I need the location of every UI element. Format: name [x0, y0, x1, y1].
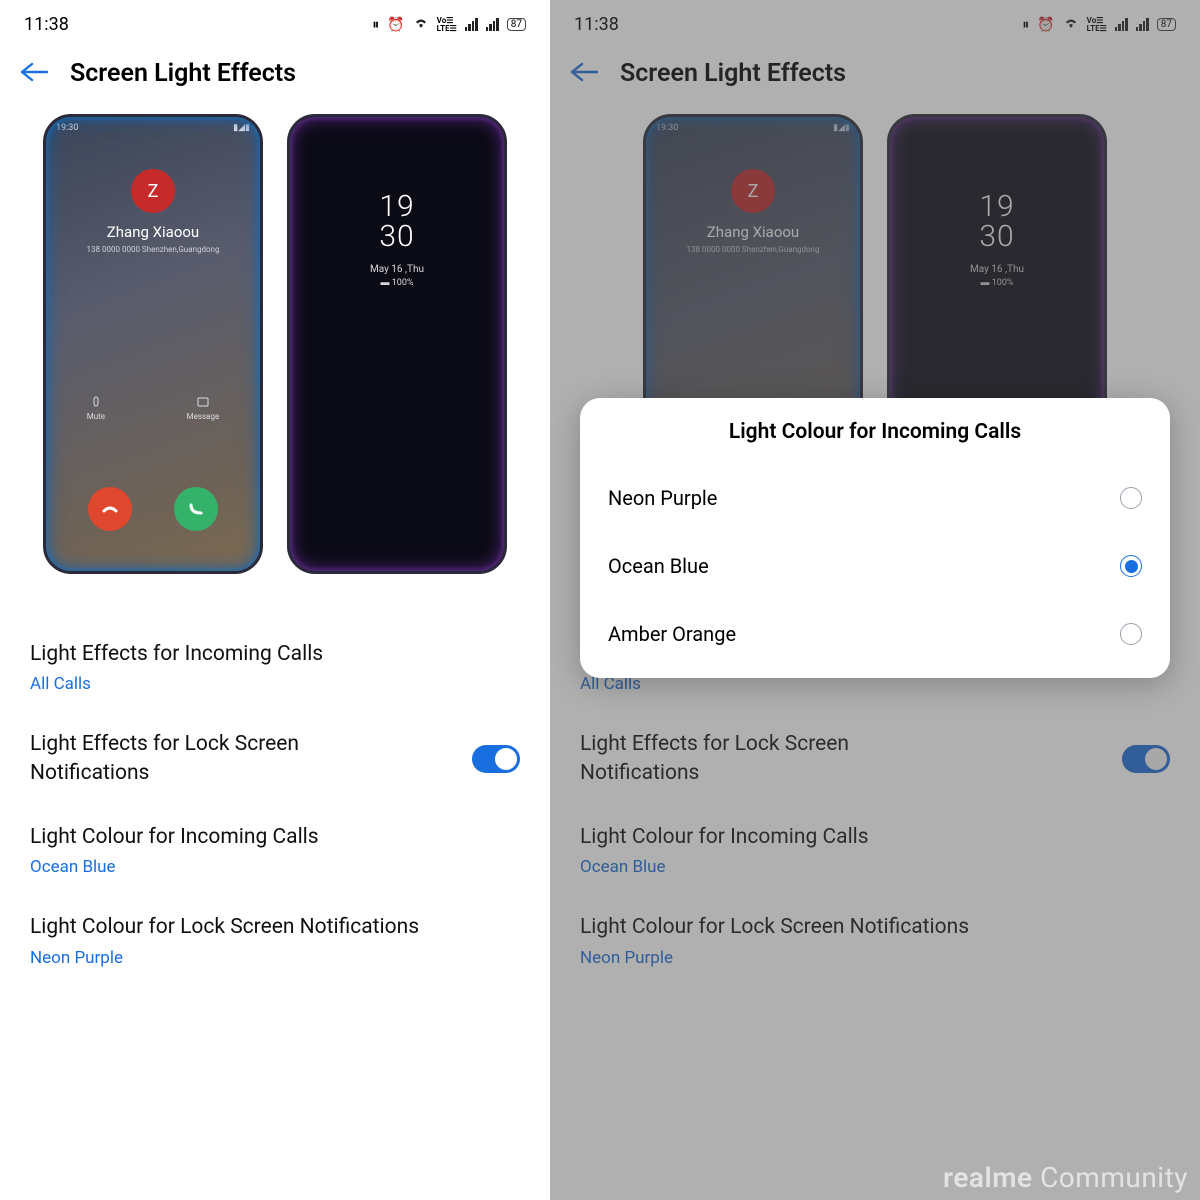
row-light-effects-calls[interactable]: Light Effects for Incoming Calls All Cal…	[30, 622, 520, 712]
preview-status-time: 19:30	[56, 123, 78, 133]
row-light-colour-calls[interactable]: Light Colour for Incoming Calls Ocean Bl…	[30, 805, 520, 895]
phone-previews: 19:30 ▮◢▮ Z Zhang Xiaoou 138 0000 0000 Sh…	[0, 114, 550, 574]
option-label: Amber Orange	[608, 622, 736, 646]
option-amber-orange[interactable]: Amber Orange	[606, 600, 1144, 668]
alarm-icon: ⏰	[387, 17, 404, 33]
row-value: Neon Purple	[30, 948, 520, 968]
page-header: Screen Light Effects	[0, 41, 550, 114]
back-arrow-icon[interactable]	[20, 62, 48, 86]
screenshot-right: 11:38 ⏸ ⏰ Vo☰LTE☰ 87 Screen Light Effect…	[550, 0, 1200, 1200]
toggle-switch[interactable]	[472, 745, 520, 773]
row-value: All Calls	[30, 674, 520, 694]
row-value: Ocean Blue	[30, 857, 520, 877]
status-bar: 11:38 ⏸ ⏰ Vo☰LTE☰ 87	[0, 0, 550, 41]
row-label: Light Effects for Lock Screen Notificati…	[30, 730, 390, 787]
preview-incoming-call: 19:30 ▮◢▮ Z Zhang Xiaoou 138 0000 0000 Sh…	[43, 114, 263, 574]
aod-date: May 16 ,Thu	[290, 264, 504, 275]
preview-lock-screen: 1930 May 16 ,Thu ▬ 100%	[287, 114, 507, 574]
status-icons: ⏸ ⏰ Vo☰LTE☰ 87	[372, 17, 526, 33]
edge-glow-effect	[290, 117, 504, 571]
screenshot-left: 11:38 ⏸ ⏰ Vo☰LTE☰ 87 Screen Light Effect…	[0, 0, 550, 1200]
message-option: Message	[187, 395, 220, 421]
settings-list: Light Effects for Incoming Calls All Cal…	[0, 574, 550, 986]
watermark: realme Community	[943, 1161, 1188, 1194]
row-label: Light Effects for Incoming Calls	[30, 640, 520, 668]
option-ocean-blue[interactable]: Ocean Blue	[606, 532, 1144, 600]
row-light-colour-lock[interactable]: Light Colour for Lock Screen Notificatio…	[30, 895, 520, 985]
row-label: Light Colour for Lock Screen Notificatio…	[30, 913, 520, 941]
caller-name: Zhang Xiaoou	[46, 223, 260, 241]
option-neon-purple[interactable]: Neon Purple	[606, 464, 1144, 532]
radio-icon[interactable]	[1120, 487, 1142, 509]
radio-icon[interactable]	[1120, 623, 1142, 645]
aod-time: 1930	[290, 192, 504, 252]
caller-subtitle: 138 0000 0000 Shenzhen,Guangdong	[46, 245, 260, 254]
signal-1-icon	[465, 18, 478, 31]
option-label: Neon Purple	[608, 486, 717, 510]
preview-status-icons: ▮◢▮	[233, 123, 250, 133]
dialog-title: Light Colour for Incoming Calls	[606, 420, 1144, 444]
status-time: 11:38	[24, 14, 69, 35]
page-title: Screen Light Effects	[70, 59, 296, 88]
row-label: Light Colour for Incoming Calls	[30, 823, 520, 851]
decline-call-icon	[88, 487, 132, 531]
colour-picker-dialog: Light Colour for Incoming Calls Neon Pur…	[580, 398, 1170, 678]
row-light-effects-lock[interactable]: Light Effects for Lock Screen Notificati…	[30, 712, 520, 805]
radio-icon[interactable]	[1120, 555, 1142, 577]
accept-call-icon	[174, 487, 218, 531]
wifi-icon	[413, 17, 429, 33]
volte-icon: Vo☰LTE☰	[437, 17, 457, 33]
option-label: Ocean Blue	[608, 554, 709, 578]
aod-battery: ▬ 100%	[290, 277, 504, 288]
vibrate-icon: ⏸	[372, 17, 379, 33]
mute-option: Mute	[87, 395, 105, 421]
caller-avatar: Z	[131, 169, 175, 213]
signal-2-icon	[486, 18, 499, 31]
battery-icon: 87	[507, 18, 526, 31]
